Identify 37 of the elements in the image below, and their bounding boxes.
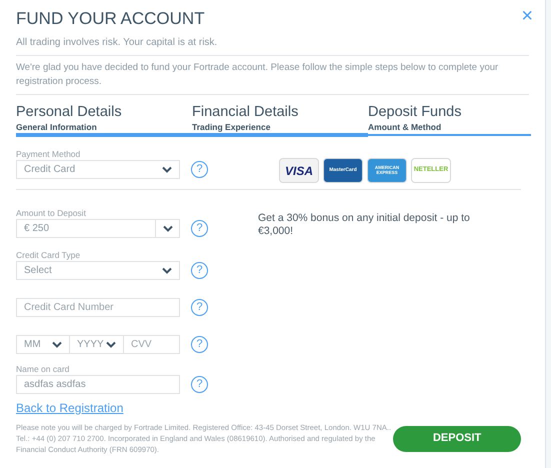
chevron-down-icon — [162, 166, 172, 173]
step-subtitle: Trading Experience — [192, 121, 272, 133]
step-subtitle: General Information — [16, 121, 98, 133]
chevron-down-icon — [106, 341, 116, 348]
text-field[interactable]: Credit Card Number — [16, 298, 180, 317]
text-field[interactable]: asdfas asdfas — [16, 375, 180, 394]
chevron-down-icon — [52, 341, 62, 348]
card-logo: VISA — [279, 158, 319, 183]
help-icon[interactable]: ? — [191, 336, 208, 353]
select-field[interactable]: Credit Card — [16, 160, 180, 179]
intro-text: We're glad you have decided to fund your Fortrade account. Please follow the simple steps below to complete your registration process. — [16, 61, 500, 89]
field-label: Name on card — [16, 364, 70, 374]
step-title: Personal Details — [16, 103, 123, 121]
cvv-field[interactable]: CVV — [124, 335, 180, 354]
help-icon[interactable]: ? — [191, 299, 208, 316]
help-icon[interactable]: ? — [191, 262, 208, 279]
chevron-down-icon — [162, 267, 172, 274]
close-button[interactable]: × — [521, 6, 533, 26]
risk-warning: All trading involves risk. Your capital is at risk. — [16, 36, 218, 50]
bonus-text: Get a 30% bonus on any initial deposit - up to €3,000! — [258, 212, 471, 238]
help-icon[interactable]: ? — [191, 220, 208, 237]
deposit-button[interactable]: DEPOSIT — [393, 426, 521, 452]
back-link[interactable]: Back to Registration — [16, 399, 124, 417]
field-label: Amount to Deposit — [16, 208, 87, 218]
amount-field[interactable]: € 250 — [16, 219, 180, 238]
year-select[interactable]: YYYY — [70, 335, 124, 354]
field-label: Credit Card Type — [16, 250, 82, 260]
step-title: Deposit Funds — [368, 103, 462, 121]
step-title: Financial Details — [192, 103, 300, 121]
step-subtitle: Amount & Method — [368, 121, 442, 133]
chevron-down-icon — [162, 225, 172, 232]
help-icon[interactable]: ? — [191, 376, 208, 393]
month-select[interactable]: MM — [16, 335, 70, 354]
field-label: Payment Method — [16, 149, 82, 159]
dialog-title: FUND YOUR ACCOUNT — [16, 8, 205, 30]
select-field[interactable]: Select — [16, 261, 180, 280]
help-icon[interactable]: ? — [191, 161, 208, 178]
